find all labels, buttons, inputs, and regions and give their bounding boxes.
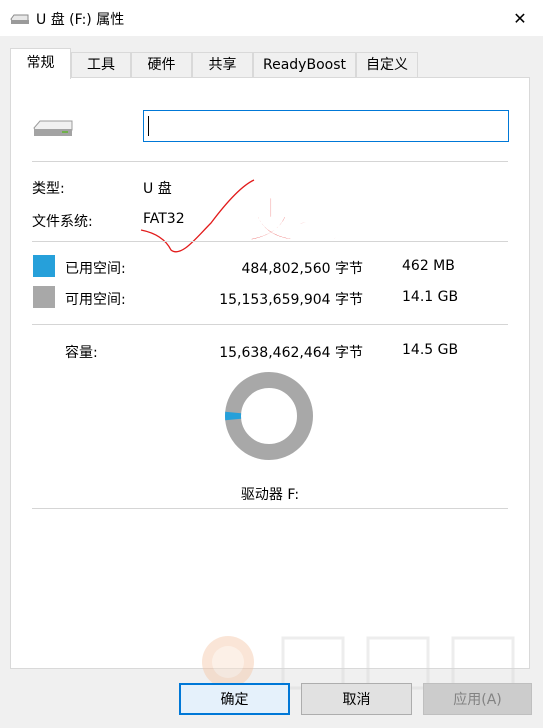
usage-donut-chart [225, 372, 313, 460]
tab-readyboost[interactable]: ReadyBoost [253, 52, 356, 78]
free-space-size: 14.1 GB [402, 289, 459, 305]
tab-sharing[interactable]: 共享 [192, 52, 253, 78]
free-space-swatch [33, 286, 55, 308]
close-button[interactable]: ✕ [497, 0, 543, 36]
cancel-button[interactable]: 取消 [301, 683, 412, 715]
filesystem-label: 文件系统: [32, 214, 93, 230]
free-space-label: 可用空间: [65, 292, 126, 308]
close-icon: ✕ [513, 8, 527, 28]
drive-name-input[interactable] [143, 110, 509, 142]
window-title: U 盘 (F:) 属性 [36, 12, 125, 28]
usb-drive-icon [10, 13, 30, 29]
divider [32, 324, 508, 325]
tab-tools[interactable]: 工具 [71, 52, 131, 78]
capacity-size: 14.5 GB [402, 342, 459, 358]
apply-label: 应用(A) [453, 692, 502, 708]
apply-button[interactable]: 应用(A) [423, 683, 532, 715]
divider [32, 161, 508, 162]
free-space-bytes: 15,153,659,904 字节 [219, 292, 363, 308]
used-space-size: 462 MB [402, 258, 455, 274]
tab-label: 常规 [26, 55, 55, 71]
general-panel: 类型: U 盘 文件系统: FAT32 支持 已用空间: 484,802,560… [10, 77, 530, 669]
usb-drive-icon [32, 118, 74, 142]
capacity-label: 容量: [65, 345, 98, 361]
divider [32, 508, 508, 509]
used-space-label: 已用空间: [65, 261, 126, 277]
tab-label: 硬件 [147, 57, 176, 73]
tab-customize[interactable]: 自定义 [356, 52, 418, 78]
divider [32, 241, 508, 242]
tab-general[interactable]: 常规 [10, 48, 71, 79]
ok-label: 确定 [220, 692, 249, 708]
cancel-label: 取消 [342, 692, 371, 708]
used-space-bytes: 484,802,560 字节 [241, 261, 363, 277]
used-space-swatch [33, 255, 55, 277]
tab-label: 共享 [208, 57, 237, 73]
tab-hardware[interactable]: 硬件 [131, 52, 192, 78]
text-caret [148, 116, 149, 136]
donut-free-segment [225, 372, 313, 460]
ok-button[interactable]: 确定 [179, 683, 290, 715]
tab-label: ReadyBoost [263, 57, 346, 73]
title-bar: U 盘 (F:) 属性 ✕ [0, 0, 543, 36]
drive-letter-label: 驱动器 F: [240, 487, 300, 503]
tab-label: 工具 [87, 57, 115, 73]
capacity-bytes: 15,638,462,464 字节 [219, 345, 363, 361]
type-label: 类型: [32, 181, 65, 197]
tab-label: 自定义 [366, 57, 408, 73]
